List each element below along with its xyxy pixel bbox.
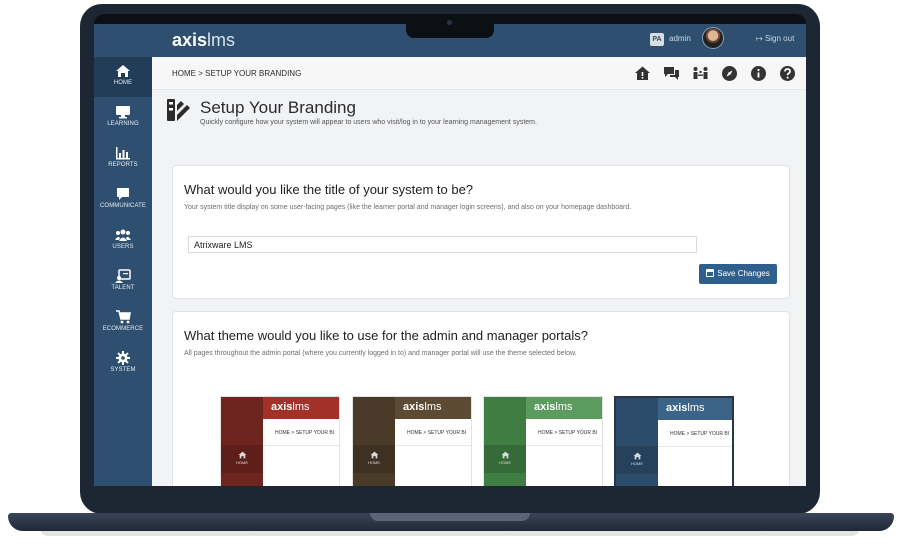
- page-title: Setup Your Branding: [200, 98, 356, 117]
- theme-home-item: HOME: [616, 446, 658, 474]
- sidebar-item-system[interactable]: SYSTEM: [94, 344, 152, 384]
- network-icon[interactable]: [692, 65, 709, 82]
- sidebar-item-label: COMMUNICATE: [100, 203, 146, 209]
- save-button[interactable]: Save Changes: [699, 264, 777, 284]
- system-title-input[interactable]: [188, 236, 697, 253]
- user-name[interactable]: admin: [669, 34, 691, 43]
- save-icon: [706, 269, 715, 277]
- theme-home-label: HOME: [236, 460, 248, 465]
- theme-home-item: HOME: [221, 445, 263, 473]
- signout-label: Sign out: [764, 34, 795, 43]
- toolbar: [634, 65, 796, 83]
- theme-breadcrumb: HOME > SETUP YOUR BI: [670, 431, 730, 437]
- users-icon: [115, 229, 131, 241]
- home-icon: [116, 65, 130, 77]
- theme-breadcrumb: HOME > SETUP YOUR BI: [275, 430, 335, 436]
- sidebar-item-ecommerce[interactable]: ECOMMERCE: [94, 303, 152, 343]
- user-initials-badge[interactable]: PA: [650, 33, 664, 46]
- page-subtitle: Quickly configure how your system will a…: [200, 119, 537, 126]
- monitor-icon: [116, 106, 130, 119]
- theme-divider: [263, 445, 339, 446]
- sidebar-item-label: TALENT: [111, 285, 135, 291]
- home-alert-icon[interactable]: [634, 65, 651, 82]
- theme-divider: [395, 445, 471, 446]
- theme-option-blue[interactable]: axislms HOME > SETUP YOUR BI HOME: [614, 396, 734, 486]
- theme-option-red[interactable]: axislms HOME > SETUP YOUR BI HOME: [220, 396, 340, 486]
- home-icon: [633, 452, 641, 460]
- theme-logo: axislms: [666, 402, 705, 414]
- system-title-card: What would you like the title of your sy…: [172, 165, 790, 299]
- camera-notch: [406, 14, 494, 38]
- theme-heading: What theme would you like to use for the…: [184, 328, 588, 343]
- home-icon: [370, 451, 378, 459]
- theme-breadcrumb: HOME > SETUP YOUR BI: [407, 430, 467, 436]
- app-logo[interactable]: axislms: [172, 30, 235, 51]
- sidebar-item-label: LEARNING: [107, 121, 139, 127]
- signout-link[interactable]: ↦ Sign out: [756, 34, 794, 43]
- theme-description: All pages throughout the admin portal (w…: [184, 350, 577, 357]
- cart-icon: [116, 310, 131, 324]
- sidebar-item-label: HOME: [113, 80, 133, 86]
- theme-breadcrumb: HOME > SETUP YOUR BI: [538, 430, 598, 436]
- breadcrumb[interactable]: HOME > SETUP YOUR BRANDING: [172, 69, 301, 78]
- sidebar-item-learning[interactable]: LEARNING: [94, 98, 152, 138]
- info-icon[interactable]: [750, 65, 767, 82]
- theme-home-item: HOME: [484, 445, 526, 473]
- theme-divider: [658, 446, 732, 447]
- sidebar-item-home[interactable]: HOME: [94, 57, 152, 97]
- theme-logo: axislms: [271, 401, 310, 413]
- system-title-description: Your system title display on some user-f…: [184, 204, 632, 211]
- sidebar-item-communicate[interactable]: COMMUNICATE: [94, 180, 152, 220]
- laptop-groove: [370, 513, 530, 521]
- breadcrumb-bar: HOME > SETUP YOUR BRANDING: [152, 57, 806, 90]
- branding-icon: [167, 99, 190, 121]
- save-button-label: Save Changes: [717, 269, 770, 278]
- help-icon[interactable]: [779, 65, 796, 82]
- talent-icon: [115, 269, 131, 283]
- avatar[interactable]: [702, 27, 724, 49]
- compass-icon[interactable]: [721, 65, 738, 82]
- chat-icon[interactable]: [663, 65, 680, 82]
- camera-icon: [447, 20, 452, 25]
- theme-home-label: HOME: [631, 461, 643, 466]
- sidebar-item-label: REPORTS: [108, 162, 138, 168]
- signout-icon: ↦: [756, 34, 763, 43]
- sidebar-item-label: USERS: [112, 244, 134, 250]
- theme-divider: [526, 445, 602, 446]
- sidebar-item-talent[interactable]: TALENT: [94, 262, 152, 302]
- theme-card: What theme would you like to use for the…: [172, 311, 790, 486]
- gear-icon: [116, 351, 130, 365]
- theme-home-label: HOME: [368, 460, 380, 465]
- theme-logo: axislms: [534, 401, 573, 413]
- theme-option-green[interactable]: axislms HOME > SETUP YOUR BI HOME: [483, 396, 603, 486]
- theme-home-label: HOME: [499, 460, 511, 465]
- screen: axislms PA admin ↦ Sign out HOME LEARNIN…: [94, 24, 806, 486]
- theme-home-item: HOME: [353, 445, 395, 473]
- sidebar-item-users[interactable]: USERS: [94, 221, 152, 261]
- bar-chart-icon: [116, 147, 130, 160]
- sidebar-item-reports[interactable]: REPORTS: [94, 139, 152, 179]
- sidebar-item-label: SYSTEM: [110, 367, 136, 373]
- speech-bubble-icon: [117, 188, 129, 200]
- system-title-heading: What would you like the title of your sy…: [184, 182, 474, 197]
- home-icon: [501, 451, 509, 459]
- theme-logo: axislms: [403, 401, 442, 413]
- theme-option-brown[interactable]: axislms HOME > SETUP YOUR BI HOME: [352, 396, 472, 486]
- home-icon: [238, 451, 246, 459]
- sidebar-item-label: ECOMMERCE: [102, 326, 144, 332]
- sidebar: HOME LEARNING REPORTS COMMUNICATE USERS …: [94, 57, 152, 486]
